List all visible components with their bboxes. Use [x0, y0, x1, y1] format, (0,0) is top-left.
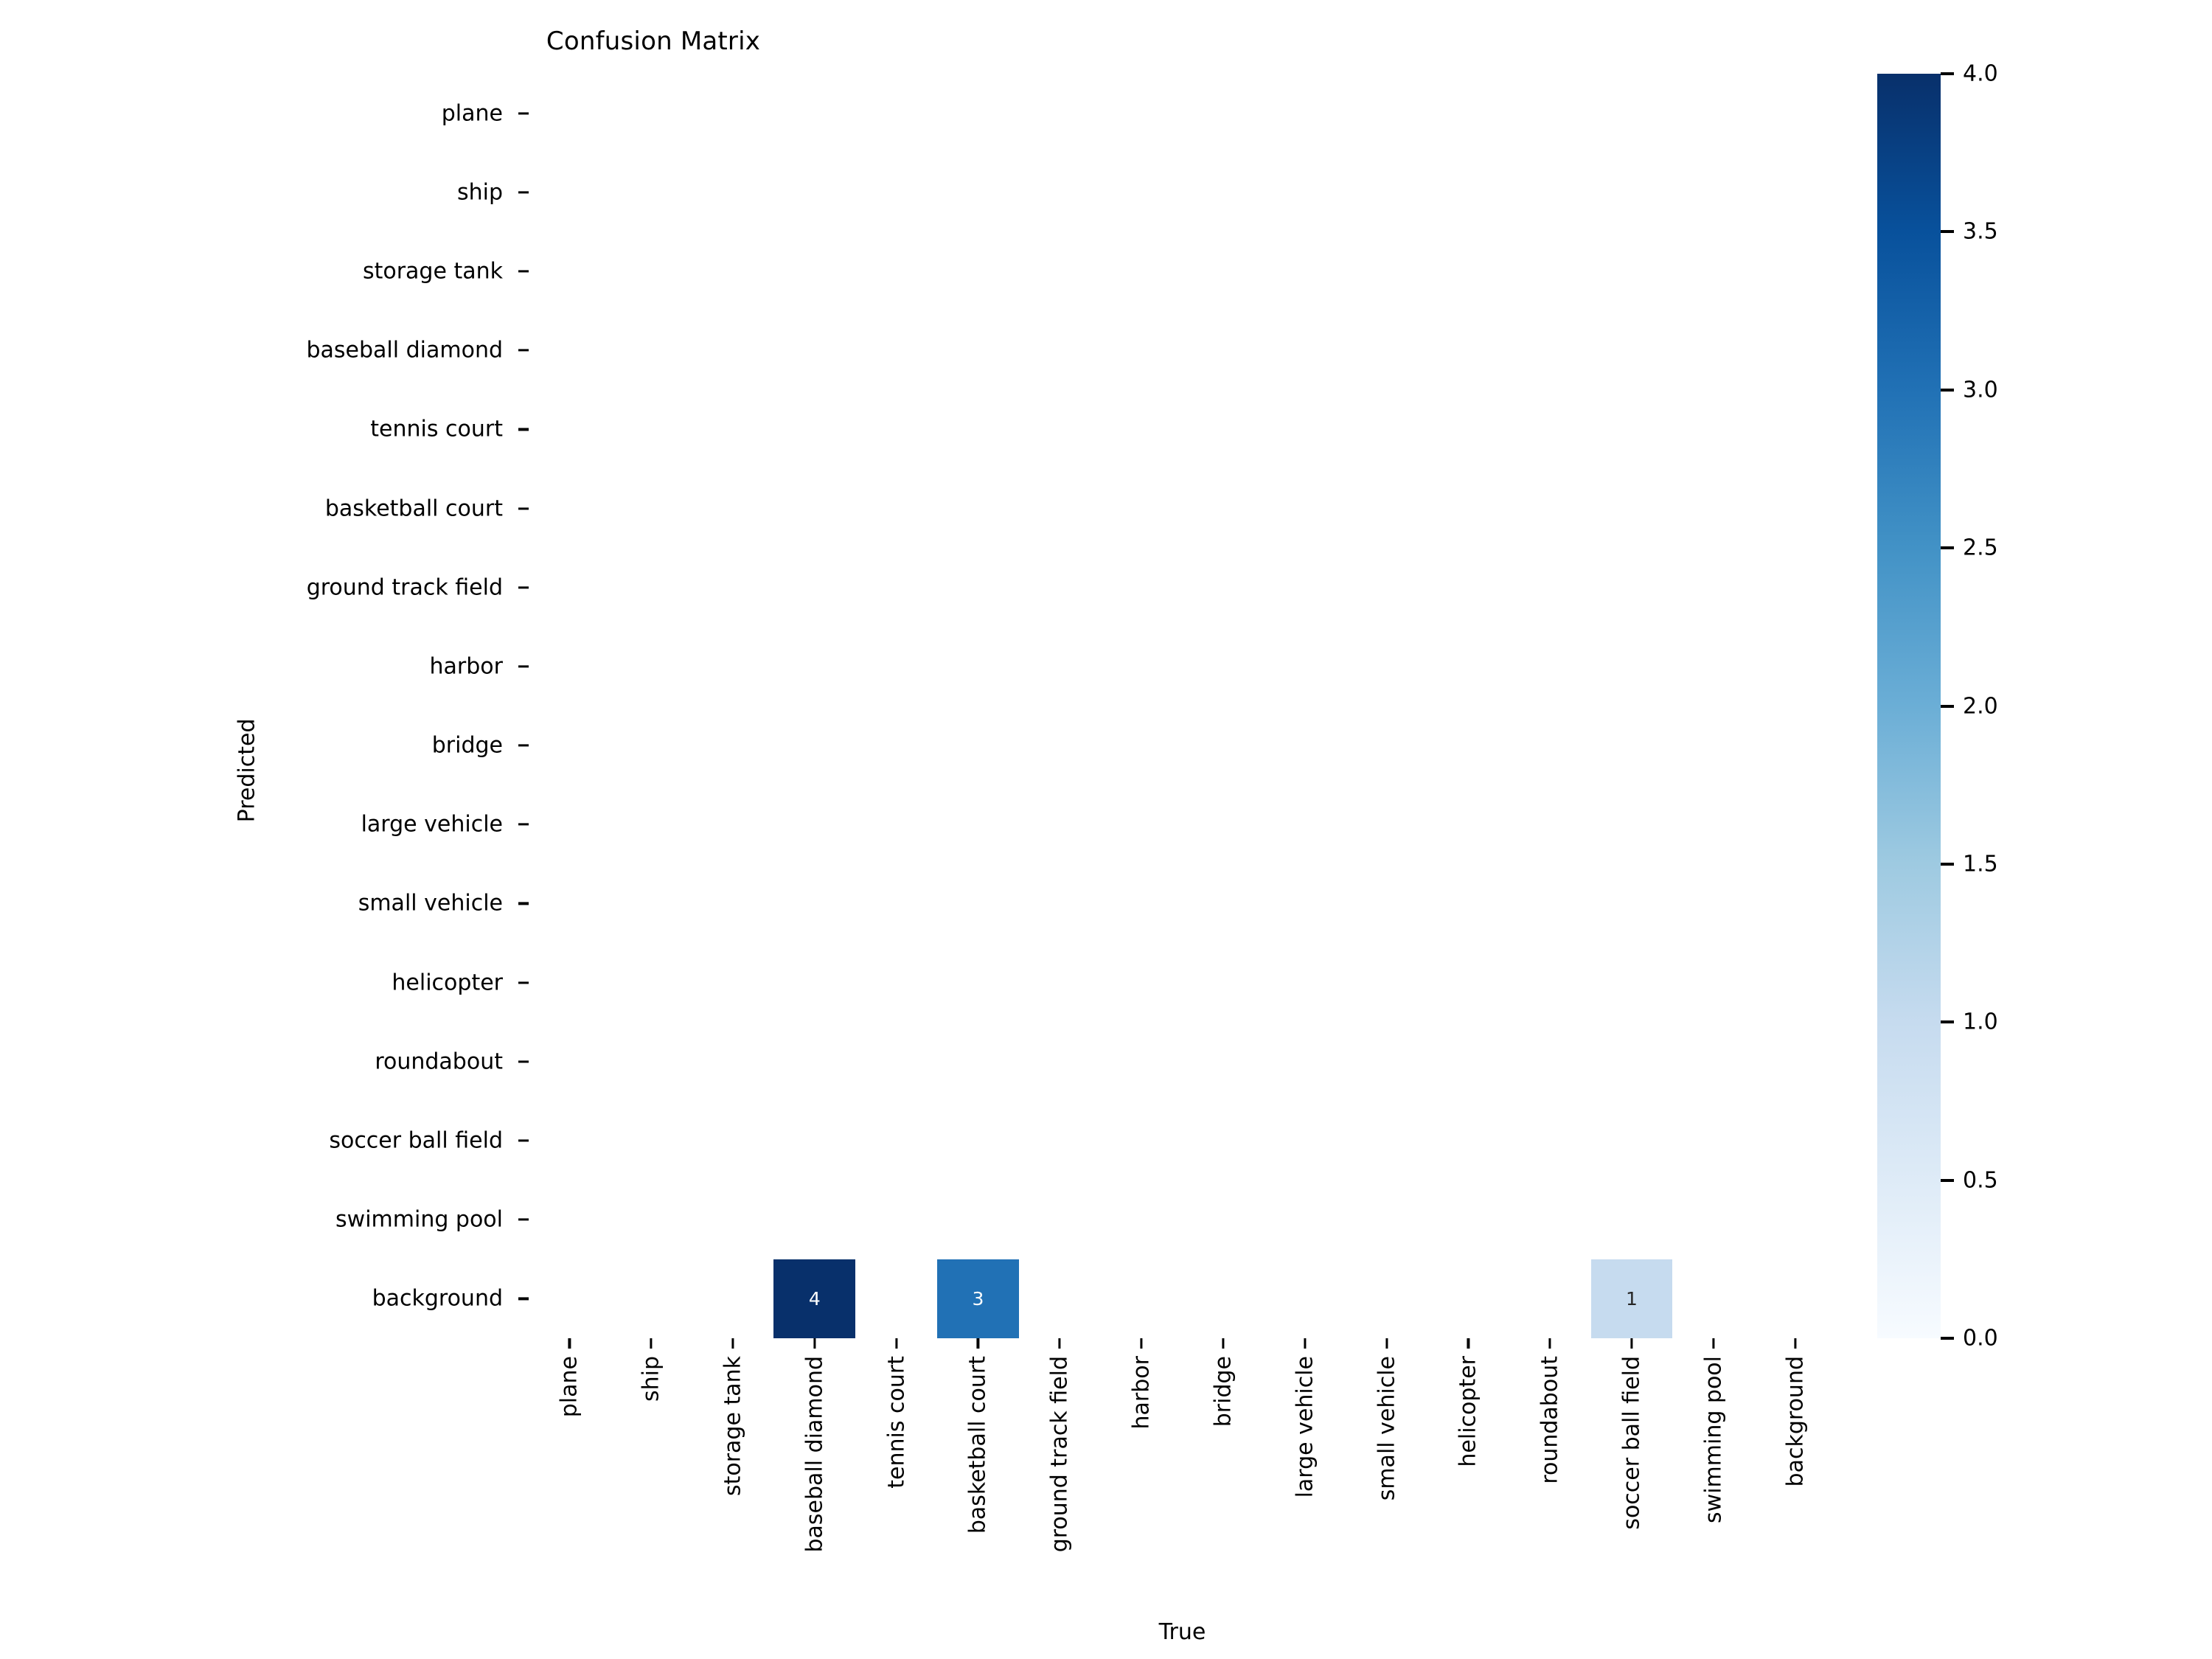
y-axis-tick-label: large vehicle: [361, 811, 503, 838]
y-axis-tick-label: storage tank: [362, 258, 503, 285]
x-axis-tick-mark: [1058, 1338, 1061, 1349]
colorbar-tick-mark: [1941, 388, 1954, 392]
y-axis-tick-mark: [518, 1060, 529, 1063]
x-axis-tick-label: ship: [638, 1356, 664, 1402]
y-axis-tick-label: swimming pool: [335, 1206, 503, 1233]
y-axis-tick-label: ground track field: [306, 574, 503, 601]
x-axis-tick-mark: [1222, 1338, 1225, 1349]
y-axis-tick-mark: [518, 349, 529, 352]
y-axis-tick-label: small vehicle: [358, 890, 503, 917]
y-axis-tick-mark: [518, 428, 529, 431]
x-axis-tick-label: harbor: [1128, 1356, 1155, 1430]
x-axis-tick-mark: [1548, 1338, 1551, 1349]
colorbar-tick-mark: [1941, 1178, 1954, 1182]
x-axis-tick-label: large vehicle: [1292, 1356, 1318, 1498]
y-axis-tick-labels: plane ship storage tank baseball diamond ten…: [0, 74, 529, 1338]
x-axis-tick-label: plane: [556, 1356, 582, 1418]
x-axis-tick-mark: [1630, 1338, 1633, 1349]
colorbar-tick-label: 2.5: [1963, 535, 1998, 561]
y-axis-tick-mark: [518, 112, 529, 115]
colorbar-tick-label: 3.5: [1963, 218, 1998, 245]
y-axis-tick-label: background: [372, 1285, 503, 1312]
x-axis-tick-label: bridge: [1210, 1356, 1237, 1427]
colorbar-tick-mark: [1941, 546, 1954, 550]
colorbar-gradient: [1877, 74, 1941, 1338]
x-axis-tick-label: soccer ball field: [1618, 1356, 1645, 1530]
x-axis-tick-label: roundabout: [1537, 1356, 1563, 1484]
y-axis-tick-mark: [518, 744, 529, 747]
x-axis-tick-mark: [895, 1338, 898, 1349]
colorbar-tick-label: 2.0: [1963, 693, 1998, 719]
y-axis-tick-mark: [518, 191, 529, 194]
x-axis-tick-mark: [813, 1338, 816, 1349]
y-axis-tick-mark: [518, 1139, 529, 1142]
colorbar-tick-label: 3.0: [1963, 377, 1998, 403]
x-axis-tick-label: helicopter: [1455, 1356, 1481, 1467]
x-axis-tick-label: small vehicle: [1374, 1356, 1400, 1501]
y-axis-tick-mark: [518, 665, 529, 668]
x-axis-tick-mark: [650, 1338, 653, 1349]
y-axis-tick-mark: [518, 586, 529, 589]
x-axis-tick-label: tennis court: [883, 1356, 910, 1489]
colorbar-tick-mark: [1941, 862, 1954, 866]
y-axis-tick-label: soccer ball field: [329, 1127, 503, 1154]
y-axis-tick-mark: [518, 1218, 529, 1221]
x-axis-tick-mark: [731, 1338, 734, 1349]
x-axis-tick-label: storage tank: [720, 1356, 746, 1497]
y-axis-tick-mark: [518, 507, 529, 510]
chart-title-text: Confusion Matrix: [546, 27, 761, 56]
x-axis-tick-mark: [1712, 1338, 1715, 1349]
x-axis-tick-label: background: [1782, 1356, 1809, 1487]
y-axis-tick-label: basketball court: [324, 495, 503, 522]
heatmap-cell: 3: [937, 1259, 1019, 1338]
x-axis-tick-mark: [1304, 1338, 1307, 1349]
y-axis-tick-mark: [518, 981, 529, 984]
x-axis-tick-mark: [1140, 1338, 1143, 1349]
x-axis-tick-label: ground track field: [1046, 1356, 1073, 1553]
heatmap-plot-area: 4 3 1: [529, 74, 1836, 1338]
x-axis-tick-mark: [1467, 1338, 1470, 1349]
x-axis-tick-label: basketball court: [964, 1356, 991, 1534]
colorbar-tick-mark: [1941, 230, 1954, 234]
y-axis-tick-label: tennis court: [370, 416, 503, 442]
x-axis-tick-mark: [1794, 1338, 1797, 1349]
x-axis-tick-mark: [1385, 1338, 1388, 1349]
heatmap-cell: 1: [1590, 1259, 1673, 1338]
chart-title: Confusion Matrix: [49, 27, 2212, 56]
colorbar-tick-mark: [1941, 1337, 1954, 1340]
y-axis-tick-mark: [518, 902, 529, 905]
colorbar-tick-label: 1.0: [1963, 1009, 1998, 1035]
x-axis-tick-label: baseball diamond: [801, 1356, 828, 1553]
colorbar: 0.0 0.5 1.0 1.5 2.0 2.5 3.0 3.5 4.0: [1877, 61, 1998, 1352]
x-axis-title: True: [1158, 1619, 1206, 1645]
colorbar-tick-label: 0.5: [1963, 1167, 1998, 1194]
colorbar-tick-label: 4.0: [1963, 60, 1998, 87]
y-axis-tick-label: baseball diamond: [306, 337, 503, 364]
y-axis-tick-label: bridge: [431, 732, 503, 759]
y-axis-tick-mark: [518, 823, 529, 826]
heatmap-cell: 4: [773, 1259, 856, 1338]
heatmap-cell-layer: 4 3 1: [529, 74, 1836, 1338]
y-axis-tick-label: roundabout: [375, 1048, 503, 1075]
y-axis-tick-mark: [518, 270, 529, 273]
y-axis-tick-label: harbor: [429, 653, 503, 680]
y-axis-tick-label: helicopter: [392, 970, 503, 996]
y-axis-tick-label: plane: [441, 100, 503, 127]
y-axis-tick-mark: [518, 1297, 529, 1300]
y-axis-tick-label: ship: [456, 179, 503, 206]
x-axis-tick-label: swimming pool: [1700, 1356, 1727, 1523]
colorbar-tick-label: 0.0: [1963, 1325, 1998, 1352]
x-axis-tick-labels: plane ship storage tank baseball diamond ten…: [529, 1338, 1836, 1648]
x-axis-tick-mark: [568, 1338, 571, 1349]
colorbar-tick-mark: [1941, 72, 1954, 75]
y-axis-title: Predicted: [234, 718, 260, 823]
x-axis-tick-mark: [976, 1338, 980, 1349]
colorbar-tick-mark: [1941, 704, 1954, 708]
colorbar-tick-mark: [1941, 1020, 1954, 1024]
colorbar-tick-label: 1.5: [1963, 851, 1998, 877]
